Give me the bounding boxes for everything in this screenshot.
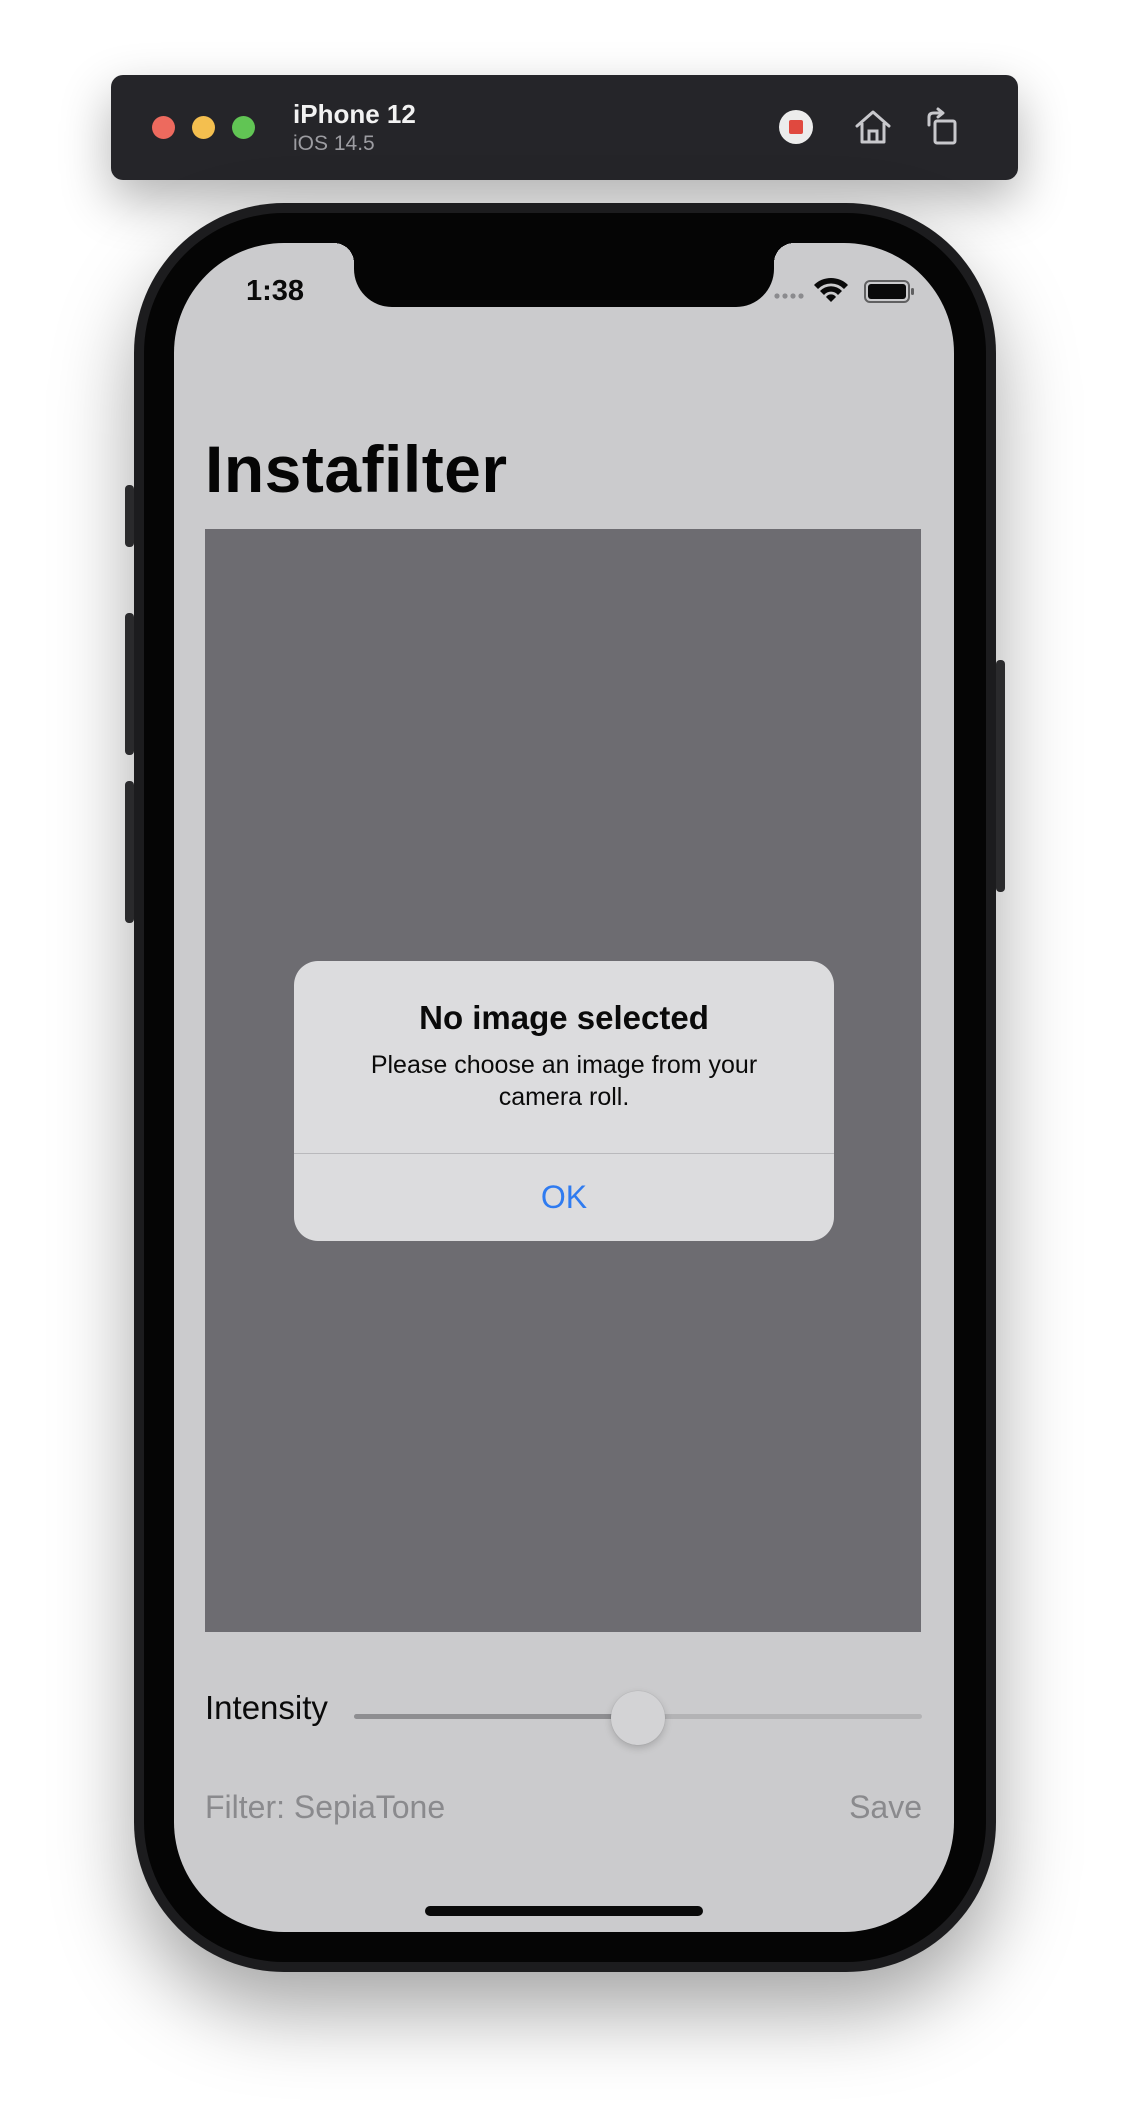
- notch: [334, 243, 794, 307]
- close-window-button[interactable]: [152, 116, 175, 139]
- home-icon[interactable]: [851, 105, 895, 149]
- intensity-label: Intensity: [205, 1689, 328, 1726]
- wifi-icon: [814, 277, 848, 302]
- intensity-slider[interactable]: [354, 1691, 922, 1745]
- os-version: iOS 14.5: [293, 132, 375, 155]
- simulator-title-bar: iPhone 12 iOS 14.5: [111, 75, 1018, 180]
- volume-up-button: [125, 613, 134, 755]
- zoom-window-button[interactable]: [232, 116, 255, 139]
- mute-switch: [125, 485, 134, 547]
- stop-record-icon[interactable]: [774, 105, 818, 149]
- simulator-stage: iPhone 12 iOS 14.5 1:38 Instafilter Inte…: [0, 0, 1128, 2124]
- alert-title: No image selected: [419, 999, 709, 1036]
- minimize-window-button[interactable]: [192, 116, 215, 139]
- change-filter-button[interactable]: Filter: SepiaTone: [205, 1789, 445, 1826]
- device-name: iPhone 12: [293, 99, 416, 129]
- rotate-icon[interactable]: [921, 105, 965, 149]
- phone-screen: 1:38 Instafilter Intensity Filter: Sepia…: [174, 243, 954, 1932]
- alert-ok-button[interactable]: OK: [294, 1154, 834, 1241]
- volume-down-button: [125, 781, 134, 923]
- alert-message: Please choose an image from your camera …: [370, 1051, 758, 1111]
- alert-dialog: No image selected Please choose an image…: [294, 961, 834, 1241]
- slider-fill: [354, 1714, 638, 1719]
- status-icons: [774, 276, 924, 306]
- slider-thumb[interactable]: [611, 1691, 665, 1745]
- signal-icon: [774, 293, 804, 299]
- status-time: 1:38: [246, 275, 305, 307]
- save-button[interactable]: Save: [849, 1789, 922, 1826]
- home-indicator: [425, 1906, 703, 1916]
- power-button: [996, 660, 1005, 892]
- battery-icon: [864, 280, 914, 303]
- page-title: Instafilter: [205, 432, 508, 506]
